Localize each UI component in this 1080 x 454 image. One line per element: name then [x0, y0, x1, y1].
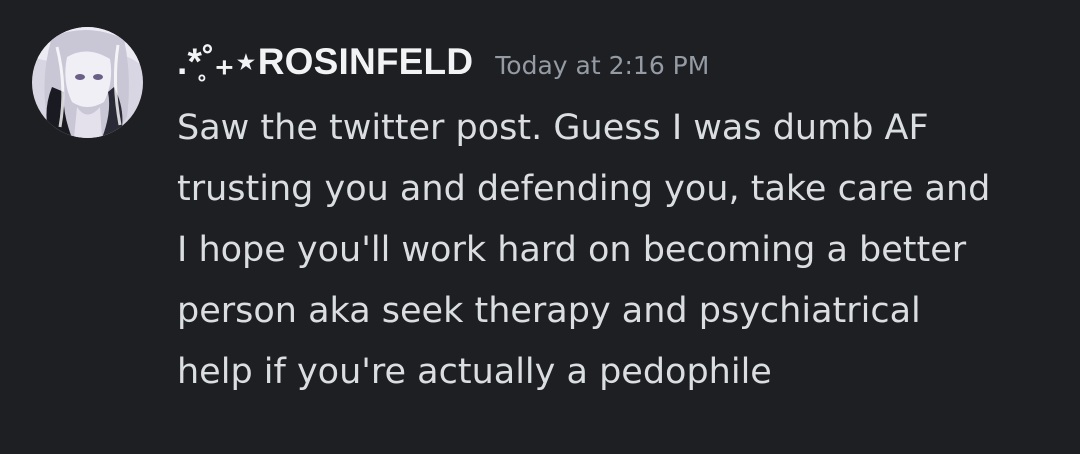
- message-line: help if you're actually a pedophile: [177, 352, 772, 392]
- message-header: .*̥˚₊⋆ROSINFELD Today at 2:16 PM: [177, 40, 709, 90]
- anime-avatar-icon: [32, 27, 143, 138]
- message-content: Saw the twitter post. Guess I was dumb A…: [177, 98, 1057, 403]
- message-line: I hope you'll work hard on becoming a be…: [177, 230, 967, 270]
- user-avatar[interactable]: [32, 27, 143, 138]
- timestamp[interactable]: Today at 2:16 PM: [495, 51, 709, 80]
- message-line: trusting you and defending you, take car…: [177, 169, 991, 209]
- chat-message: .*̥˚₊⋆ROSINFELD Today at 2:16 PM Saw the…: [0, 0, 1080, 454]
- message-line: person aka seek therapy and psychiatrica…: [177, 291, 921, 331]
- message-line: Saw the twitter post. Guess I was dumb A…: [177, 108, 929, 148]
- username[interactable]: .*̥˚₊⋆ROSINFELD: [177, 40, 473, 83]
